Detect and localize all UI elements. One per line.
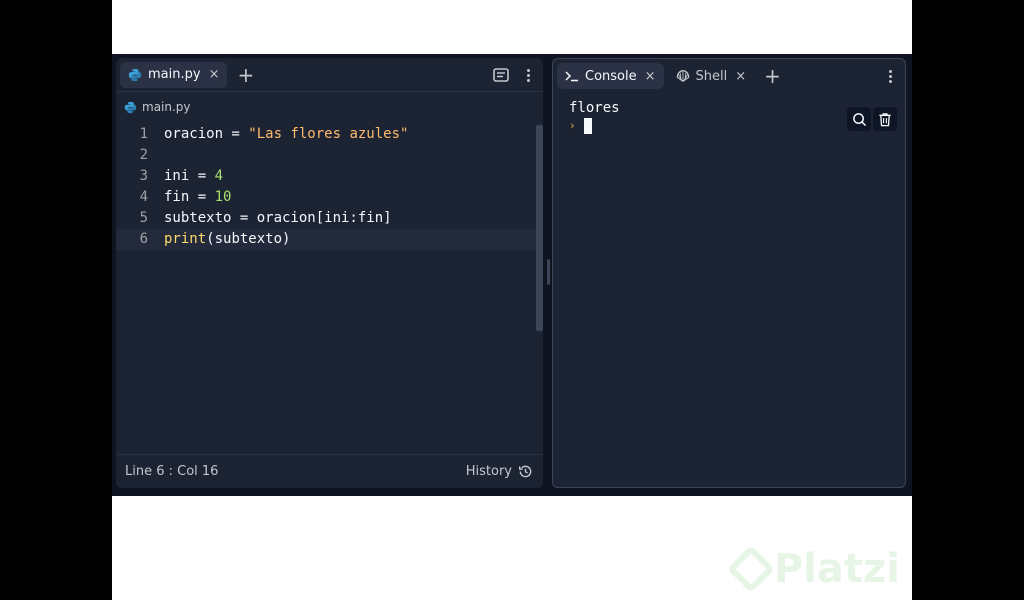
close-icon[interactable]: × — [209, 67, 220, 82]
more-options-icon[interactable] — [885, 69, 895, 83]
cursor-position: Line 6 : Col 16 — [125, 464, 219, 479]
code-line[interactable]: 5 subtexto = oracion[ini:fin] — [116, 208, 536, 229]
terminal-icon — [565, 71, 578, 82]
platzi-logo-icon — [726, 544, 775, 594]
line-number: 3 — [139, 168, 148, 184]
line-number: 6 — [139, 231, 148, 247]
code-text: print(subtexto) — [164, 231, 291, 247]
console-tools — [847, 107, 897, 131]
history-label: History — [465, 464, 512, 479]
console-tabbar: Console × Shell × + — [553, 59, 905, 93]
workspace: main.py × + main.py 1 oracion = "Las flor… — [112, 54, 912, 496]
add-tab-button[interactable]: + — [764, 66, 781, 86]
trash-icon — [879, 112, 891, 126]
close-icon[interactable]: × — [645, 69, 656, 84]
history-button[interactable]: History — [466, 464, 533, 479]
platzi-watermark: Platzi — [726, 544, 900, 594]
tab-label: Shell — [695, 68, 728, 84]
more-options-icon[interactable] — [523, 68, 533, 82]
close-icon[interactable]: × — [735, 69, 746, 84]
prompt-caret-icon: › — [569, 119, 576, 132]
history-icon — [518, 465, 532, 478]
tab-main-py[interactable]: main.py × — [120, 61, 228, 88]
breadcrumb[interactable]: main.py — [116, 97, 191, 117]
tab-label: Console — [585, 68, 637, 84]
search-icon — [852, 112, 866, 126]
code-line[interactable]: 6 print(subtexto) — [116, 229, 536, 250]
text-cursor — [583, 118, 592, 134]
breadcrumb-file: main.py — [142, 100, 191, 114]
python-icon — [124, 101, 137, 113]
search-button[interactable] — [847, 107, 871, 131]
panel-resize-handle[interactable] — [547, 259, 550, 285]
output-line: flores — [569, 100, 620, 116]
line-number: 4 — [139, 189, 148, 205]
code-line[interactable]: 1 oracion = "Las flores azules" — [116, 124, 536, 145]
tab-shell[interactable]: Shell × — [668, 63, 755, 89]
code-line[interactable]: 4 fin = 10 — [116, 187, 536, 208]
console-panel: Console × Shell × + flores › — [552, 58, 906, 488]
code-line[interactable]: 3 ini = 4 — [116, 166, 536, 187]
editor-tabbar: main.py × + — [116, 58, 543, 92]
line-number: 5 — [139, 210, 148, 226]
editor-panel: main.py × + main.py 1 oracion = "Las flor… — [116, 58, 543, 488]
editor-statusbar: Line 6 : Col 16 History — [116, 454, 543, 488]
code-text: fin = 10 — [164, 189, 232, 205]
code-text: oracion = "Las flores azules" — [164, 126, 409, 142]
code-line[interactable]: 2 — [116, 145, 536, 166]
line-number: 2 — [139, 147, 148, 163]
line-number: 1 — [139, 126, 148, 142]
code-text: ini = 4 — [164, 168, 224, 184]
code-text: subtexto = oracion[ini:fin] — [164, 210, 392, 226]
console-prompt[interactable]: › — [569, 117, 620, 135]
python-icon — [128, 68, 142, 81]
letterbox-top — [112, 0, 912, 54]
shell-icon — [676, 70, 689, 82]
format-icon[interactable] — [493, 68, 509, 82]
clear-console-button[interactable] — [873, 107, 897, 131]
tab-console[interactable]: Console × — [557, 63, 664, 89]
console-output[interactable]: flores › — [569, 99, 620, 135]
tab-label: main.py — [148, 67, 201, 82]
editor-scrollbar[interactable] — [536, 125, 543, 331]
letterbox-bottom: Platzi — [112, 496, 912, 600]
code-editor[interactable]: 1 oracion = "Las flores azules" 2 3 ini = 4 4… — [116, 124, 536, 454]
add-tab-button[interactable]: + — [237, 65, 254, 85]
